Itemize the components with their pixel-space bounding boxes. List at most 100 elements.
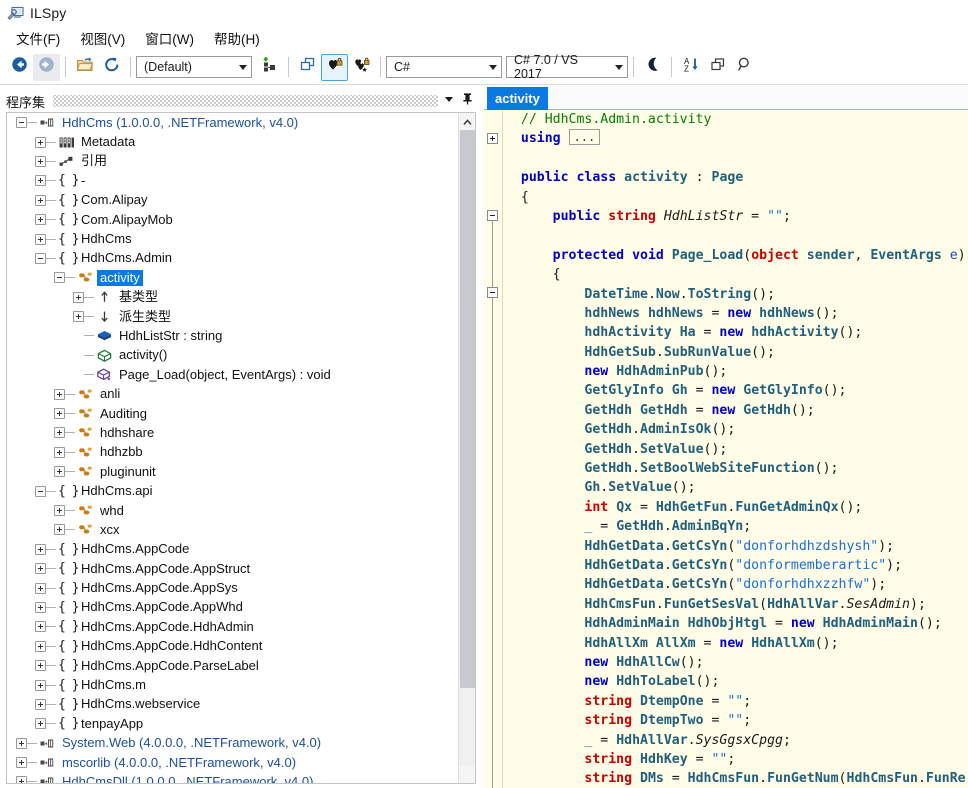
show-all-members-button[interactable] bbox=[348, 54, 375, 81]
code-editor[interactable]: // HdhCms.Admin.activity using ... publi… bbox=[484, 110, 968, 788]
tree-expander-plus[interactable] bbox=[54, 466, 65, 478]
tree-row[interactable]: { } HdhCms.AppCode.AppSys bbox=[7, 578, 458, 597]
fold-toggle-using[interactable] bbox=[487, 133, 498, 144]
tree-expander-plus[interactable] bbox=[35, 640, 46, 652]
tree-row[interactable]: mscorlib (4.0.0.0, .NETFramework, v4.0) bbox=[7, 753, 458, 772]
tree-expander-minus[interactable] bbox=[35, 252, 46, 264]
fold-toggle-method[interactable] bbox=[487, 287, 498, 298]
tree-row[interactable]: Auditing bbox=[7, 404, 458, 423]
tree-expander-plus[interactable] bbox=[73, 291, 84, 303]
tree-row[interactable]: { } HdhCms.AppCode bbox=[7, 540, 458, 559]
open-button[interactable] bbox=[71, 54, 98, 81]
tree-row[interactable]: Metadata bbox=[7, 132, 458, 151]
tree-expander-plus[interactable] bbox=[16, 776, 27, 783]
menu-help[interactable]: 帮助(H) bbox=[204, 26, 270, 51]
tree-row[interactable]: { } HdhCms.Admin bbox=[7, 249, 458, 268]
tree-row[interactable]: hdhzbb bbox=[7, 443, 458, 462]
tree-expander-plus[interactable] bbox=[73, 311, 84, 323]
tree-expander-plus[interactable] bbox=[54, 427, 65, 439]
code-text[interactable]: // HdhCms.Admin.activity using ... publi… bbox=[505, 110, 968, 788]
tree-expander-plus[interactable] bbox=[35, 601, 46, 613]
tree-expander-plus[interactable] bbox=[35, 582, 46, 594]
tree-expander-plus[interactable] bbox=[35, 660, 46, 672]
tree-row[interactable]: activity() bbox=[7, 346, 458, 365]
tree-row[interactable]: { } HdhCms.AppCode.AppStruct bbox=[7, 559, 458, 578]
tree-expander-plus[interactable] bbox=[16, 757, 27, 769]
tree-scroll-thumb[interactable] bbox=[460, 130, 475, 688]
tree-expander-minus[interactable] bbox=[35, 485, 46, 497]
collapsed-using-block[interactable]: ... bbox=[568, 129, 601, 146]
tree-expander-plus[interactable] bbox=[35, 563, 46, 575]
tree-row[interactable]: { } Com.Alipay bbox=[7, 191, 458, 210]
panel-menu-button[interactable] bbox=[440, 92, 458, 110]
tree-expander-plus[interactable] bbox=[35, 233, 46, 245]
panel-pin-button[interactable] bbox=[458, 92, 476, 110]
tree-expander-plus[interactable] bbox=[35, 718, 46, 730]
tree-row[interactable]: System.Web (4.0.0.0, .NETFramework, v4.0… bbox=[7, 734, 458, 753]
theme-toggle-button[interactable] bbox=[639, 54, 666, 81]
tree-expander-plus[interactable] bbox=[54, 505, 65, 516]
scroll-up-button[interactable] bbox=[459, 113, 475, 130]
tree-row[interactable]: { } HdhCms.api bbox=[7, 481, 458, 500]
tree-row[interactable]: { } - bbox=[7, 171, 458, 190]
tree-row[interactable]: 基类型 bbox=[7, 288, 458, 307]
default-selector[interactable]: (Default) bbox=[136, 56, 252, 78]
tree-expander-plus[interactable] bbox=[35, 621, 46, 633]
tree-expander-minus[interactable] bbox=[16, 117, 27, 129]
tree-row[interactable]: { } HdhCms.AppCode.ParseLabel bbox=[7, 656, 458, 675]
tree-expander-minus[interactable] bbox=[54, 272, 65, 284]
tree-row[interactable]: { } Com.AlipayMob bbox=[7, 210, 458, 229]
tab-activity[interactable]: activity bbox=[487, 87, 548, 110]
tree-row[interactable]: 派生类型 bbox=[7, 307, 458, 326]
sort-assemblies-button[interactable] bbox=[256, 54, 283, 81]
tree-row[interactable]: pluginunit bbox=[7, 462, 458, 481]
collapse-button[interactable] bbox=[294, 54, 321, 81]
language-selector[interactable]: C# bbox=[386, 56, 502, 78]
tree-expander-plus[interactable] bbox=[54, 388, 65, 400]
tree-expander-plus[interactable] bbox=[35, 136, 46, 148]
tree-row[interactable]: { } HdhCms.AppCode.HdhAdmin bbox=[7, 617, 458, 636]
tree-expander-plus[interactable] bbox=[54, 524, 65, 536]
back-button[interactable] bbox=[6, 54, 33, 81]
show-internal-types-button[interactable] bbox=[321, 53, 348, 81]
tree-expander-plus[interactable] bbox=[35, 155, 46, 167]
forward-button[interactable] bbox=[33, 53, 60, 81]
copy-button[interactable] bbox=[704, 54, 731, 81]
tree-row[interactable]: { } HdhCms.webservice bbox=[7, 695, 458, 714]
search-button[interactable] bbox=[731, 54, 758, 81]
tree-expander-plus[interactable] bbox=[54, 408, 65, 420]
refresh-button[interactable] bbox=[98, 54, 125, 81]
tree-row[interactable]: activity bbox=[7, 268, 458, 287]
tree-expander-plus[interactable] bbox=[35, 175, 46, 187]
tree-row[interactable]: 引用 bbox=[7, 152, 458, 171]
tree-row[interactable]: { } HdhCms bbox=[7, 229, 458, 248]
tree-row[interactable]: xcx bbox=[7, 520, 458, 539]
tree-row[interactable]: { } HdhCms.AppCode.HdhContent bbox=[7, 637, 458, 656]
tree-expander-plus[interactable] bbox=[35, 214, 46, 226]
fold-toggle-class[interactable] bbox=[487, 210, 498, 221]
tree-row[interactable]: { } HdhCms.AppCode.AppWhd bbox=[7, 598, 458, 617]
language-version-selector[interactable]: C# 7.0 / VS 2017 bbox=[506, 53, 628, 81]
tree-row[interactable]: Page_Load(object, EventArgs) : void bbox=[7, 365, 458, 384]
tree-row[interactable]: whd bbox=[7, 501, 458, 520]
tree-row[interactable]: HdhCms (1.0.0.0, .NETFramework, v4.0) bbox=[7, 113, 458, 132]
menu-view[interactable]: 视图(V) bbox=[70, 26, 135, 51]
tree-row[interactable]: { } tenpayApp bbox=[7, 714, 458, 733]
tree-row[interactable]: HdhCmsDll (1.0.0.0, .NETFramework, v4.0) bbox=[7, 772, 458, 783]
tree-row[interactable]: { } HdhCms.m bbox=[7, 675, 458, 694]
sort-az-button[interactable]: A Z bbox=[677, 54, 704, 81]
assemblies-tree[interactable]: HdhCms (1.0.0.0, .NETFramework, v4.0) Met… bbox=[7, 113, 458, 783]
tree-expander-plus[interactable] bbox=[35, 698, 46, 710]
tree-expander-plus[interactable] bbox=[16, 737, 27, 749]
tree-vertical-scrollbar[interactable] bbox=[458, 113, 475, 783]
tree-expander-plus[interactable] bbox=[54, 446, 65, 458]
menu-window[interactable]: 窗口(W) bbox=[135, 26, 204, 51]
menu-file[interactable]: 文件(F) bbox=[6, 26, 70, 51]
tree-row[interactable]: HdhListStr : string bbox=[7, 326, 458, 345]
scroll-down-button[interactable] bbox=[459, 766, 475, 783]
tree-expander-plus[interactable] bbox=[35, 194, 46, 206]
tree-row[interactable]: hdhshare bbox=[7, 423, 458, 442]
tree-row[interactable]: anli bbox=[7, 384, 458, 403]
tree-expander-plus[interactable] bbox=[35, 543, 46, 555]
tree-expander-plus[interactable] bbox=[35, 679, 46, 691]
